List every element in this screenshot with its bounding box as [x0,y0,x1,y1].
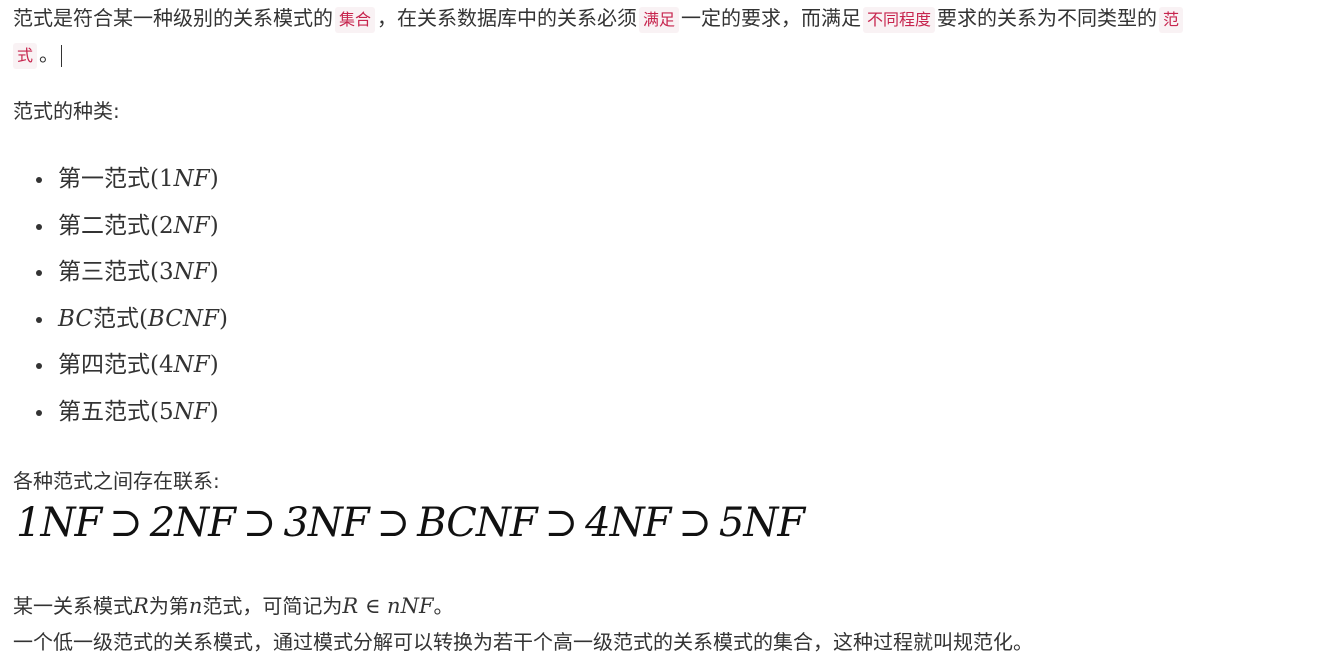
kinds-heading: 范式的种类: [13,99,120,123]
formula-term: 5NF [718,500,805,546]
intro-paragraph-line2: 式。 [13,40,63,69]
superset-symbol: ⊃ [678,500,712,546]
formula-term: 4NF [585,500,671,546]
list-item: 第五范式(5NF) [36,393,228,440]
intro-text-2: ，在关系数据库中的关系必须 [377,6,638,30]
list-item: 第二范式(2NF) [36,207,228,254]
membership-expression: R ∈ nNF [342,594,434,618]
normalization-definition: 一个低一级范式的关系模式，通过模式分解可以转换为若干个高一级范式的关系模式的集合… [13,630,1033,654]
formula-term: 2NF [149,500,236,546]
intro-text-1: 范式是符合某一种级别的关系模式的 [13,6,333,30]
kinds-list: 第一范式(1NF) 第二范式(2NF) 第三范式(3NF) BC范式(BCNF)… [36,160,228,440]
code-term-satisfy: 满足 [639,6,680,33]
code-term-normal-form-a: 范 [1159,6,1184,33]
superset-symbol: ⊃ [544,500,579,546]
list-item: 第三范式(3NF) [36,253,228,300]
normal-form-chain-formula: 1NF ⊃ 2NF ⊃ 3NF ⊃ BCNF ⊃ 4NF ⊃ 5NF [16,500,805,546]
intro-text-4: 要求的关系为不同类型的 [937,6,1158,30]
formula-term: 3NF [283,500,369,546]
intro-text-3: 一定的要求，而满足 [681,6,862,30]
code-term-normal-form-b: 式 [13,42,38,69]
list-item: 第一范式(1NF) [36,160,228,207]
text-cursor [61,44,63,67]
intro-paragraph: 范式是符合某一种级别的关系模式的 集合 ，在关系数据库中的关系必须 满足 一定的要求，而… [13,4,1185,33]
relation-symbol-r: R [133,594,149,618]
intro-text-5: 。 [39,42,60,66]
relation-heading: 各种范式之间存在联系: [13,469,220,493]
list-item: 第四范式(4NF) [36,346,228,393]
superset-symbol: ⊃ [109,500,143,546]
code-term-collection: 集合 [335,6,376,33]
variable-n: n [188,594,203,618]
superset-symbol: ⊃ [242,500,277,546]
formula-term: 1NF [16,500,102,546]
code-term-degree: 不同程度 [863,6,936,33]
formula-term: BCNF [417,500,537,546]
list-item: BC范式(BCNF) [36,300,228,347]
notation-line: 某一关系模式R为第n范式，可简记为R ∈ nNF。 [13,594,454,618]
superset-symbol: ⊃ [376,500,411,546]
